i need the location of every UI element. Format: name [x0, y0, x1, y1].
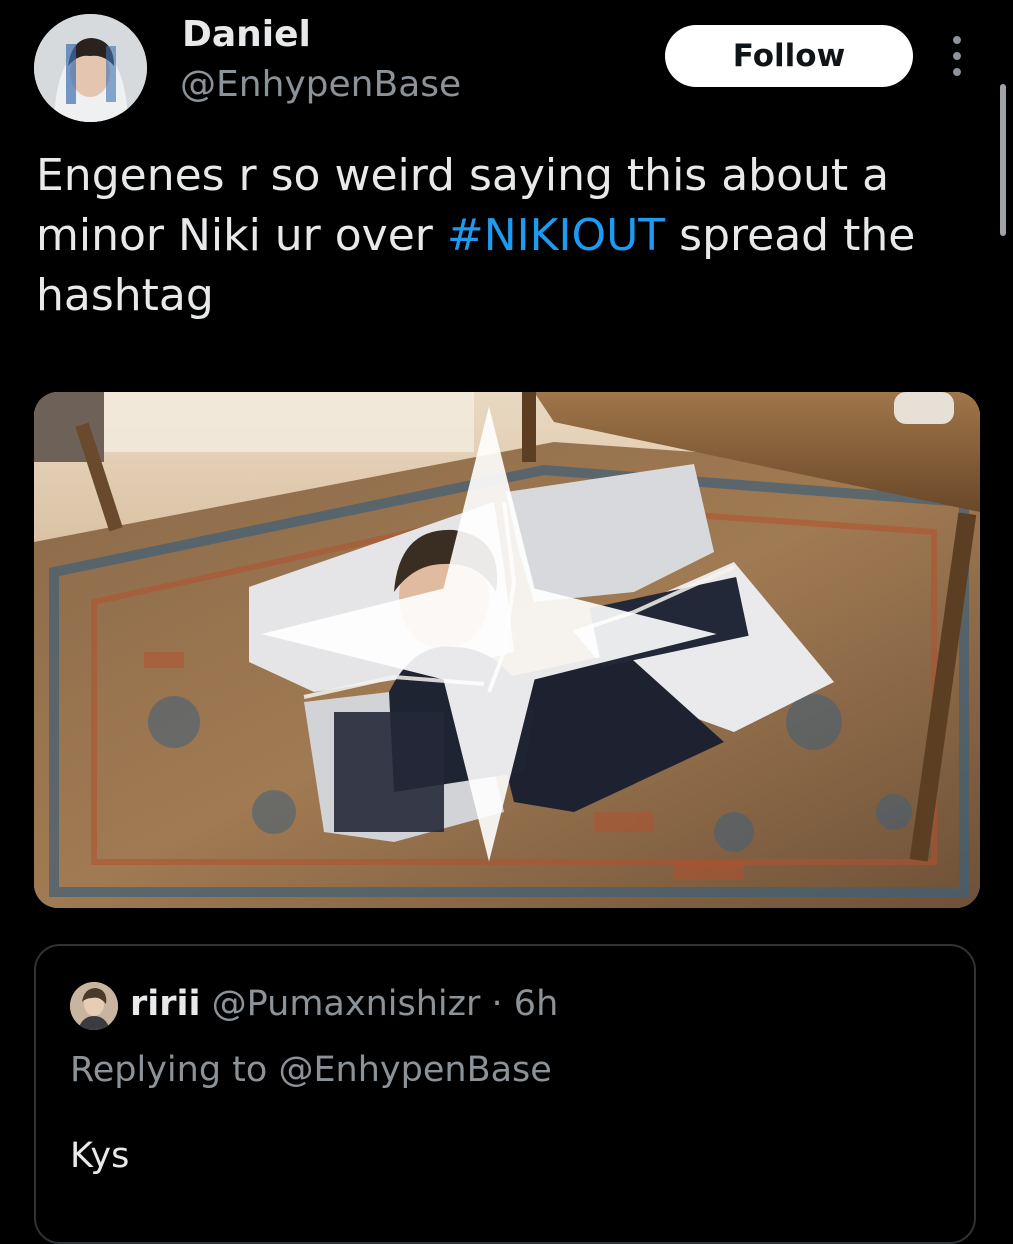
quote-header: ririi @Pumaxnishizr · 6h — [130, 984, 558, 1024]
sparkle-icon[interactable] — [34, 392, 962, 892]
quote-timestamp[interactable]: 6h — [514, 984, 558, 1024]
quote-replying-to: Replying to @EnhypenBase — [70, 1050, 552, 1090]
quote-text: Kys — [70, 1136, 130, 1176]
author-avatar[interactable] — [34, 14, 147, 122]
author-handle[interactable]: @EnhypenBase — [180, 64, 461, 105]
scrollbar-thumb[interactable] — [1000, 84, 1006, 236]
quote-author-avatar[interactable] — [70, 982, 118, 1030]
quote-author-handle[interactable]: @Pumaxnishizr — [212, 984, 481, 1024]
tweet-image[interactable] — [34, 392, 980, 908]
quote-separator: · — [480, 984, 514, 1024]
author-display-name[interactable]: Daniel — [182, 14, 311, 55]
quote-author-name[interactable]: ririi — [130, 984, 201, 1024]
more-vertical-icon[interactable] — [946, 36, 968, 76]
follow-button[interactable]: Follow — [665, 25, 913, 87]
tweet-text: Engenes r so weird saying this about a m… — [36, 146, 971, 326]
quoted-tweet-card[interactable]: ririi @Pumaxnishizr · 6h Replying to @En… — [34, 944, 976, 1244]
hashtag-link[interactable]: #NIKIOUT — [447, 210, 665, 261]
